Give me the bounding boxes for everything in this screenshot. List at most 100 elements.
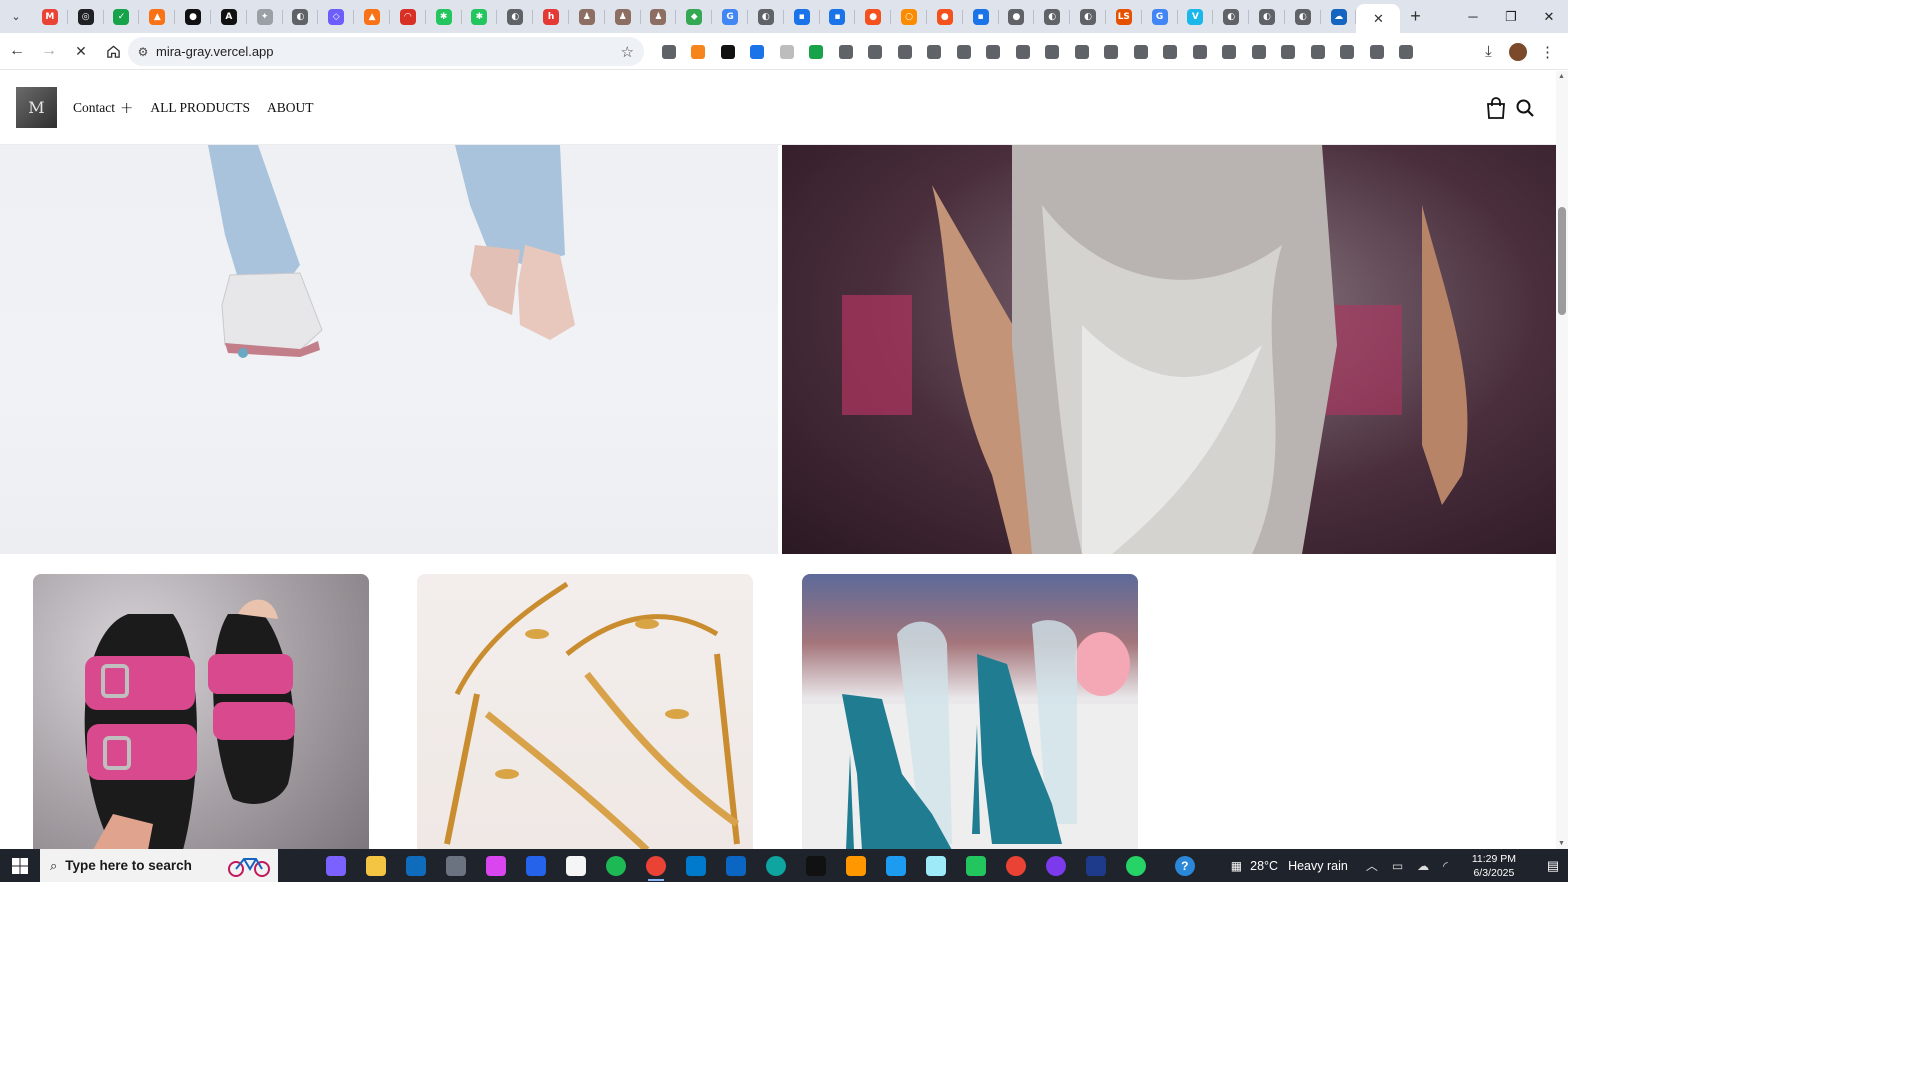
- nav-all-products[interactable]: ALL PRODUCTS: [150, 100, 250, 116]
- browser-tab[interactable]: ●: [855, 0, 891, 33]
- extension-icon[interactable]: [949, 38, 979, 65]
- electron-icon[interactable]: [916, 849, 956, 882]
- browser-tab[interactable]: ▲: [139, 0, 175, 33]
- extension-icon[interactable]: [1244, 38, 1274, 65]
- capcut-icon[interactable]: [556, 849, 596, 882]
- scroll-down-icon[interactable]: ▼: [1558, 840, 1565, 847]
- browser-tab[interactable]: ✱: [426, 0, 462, 33]
- restore-button[interactable]: ❐: [1492, 0, 1530, 33]
- browser-tab[interactable]: h: [533, 0, 569, 33]
- m365-icon[interactable]: [476, 849, 516, 882]
- extension-icon[interactable]: [1038, 38, 1068, 65]
- browser-tab[interactable]: ▲: [354, 0, 390, 33]
- active-tab[interactable]: ✕: [1356, 4, 1401, 33]
- play-icon[interactable]: [956, 849, 996, 882]
- browser-tab[interactable]: ◐: [748, 0, 784, 33]
- browser-tab[interactable]: ♟: [641, 0, 677, 33]
- browser-tab[interactable]: ▪: [963, 0, 999, 33]
- taskbar-search[interactable]: ⌕ Type here to search: [40, 849, 278, 882]
- browser-tab[interactable]: ◐: [1070, 0, 1106, 33]
- stop-loading-button[interactable]: ✕: [66, 36, 96, 66]
- bookmark-star-icon[interactable]: ☆: [621, 43, 634, 61]
- address-url[interactable]: mira-gray.vercel.app: [156, 44, 274, 59]
- store-icon[interactable]: [516, 849, 556, 882]
- extension-icon[interactable]: [920, 38, 950, 65]
- search-icon[interactable]: [1516, 99, 1534, 117]
- product-card-glitter-sandals[interactable]: [33, 574, 369, 850]
- extension-icon[interactable]: [802, 38, 832, 65]
- extension-icon[interactable]: [684, 38, 714, 65]
- browser-tab[interactable]: ◇: [318, 0, 354, 33]
- new-tab-button[interactable]: +: [1400, 6, 1430, 27]
- spotify-icon[interactable]: [596, 849, 636, 882]
- extension-icon[interactable]: [1008, 38, 1038, 65]
- browser-tab[interactable]: ♟: [605, 0, 641, 33]
- download-icon[interactable]: ⤓: [1474, 43, 1503, 60]
- tab-search-button[interactable]: ⌄: [0, 0, 32, 33]
- media-player-icon[interactable]: [1036, 849, 1076, 882]
- battery-icon[interactable]: ▭: [1392, 859, 1403, 873]
- browser-tab[interactable]: ○: [891, 0, 927, 33]
- browser-tab[interactable]: ◐: [1249, 0, 1285, 33]
- browser-tab[interactable]: A: [211, 0, 247, 33]
- extension-icon[interactable]: [1185, 38, 1215, 65]
- outlook-icon[interactable]: [396, 849, 436, 882]
- browser-tab[interactable]: ●: [175, 0, 211, 33]
- browser-tab[interactable]: M: [32, 0, 68, 33]
- extension-icon[interactable]: [1067, 38, 1097, 65]
- browser-tab[interactable]: ✱: [462, 0, 498, 33]
- back-button[interactable]: ←: [2, 36, 32, 66]
- help-icon[interactable]: ?: [1174, 855, 1195, 876]
- minimize-button[interactable]: ─: [1454, 0, 1492, 33]
- extension-icon[interactable]: [1126, 38, 1156, 65]
- product-card-gold-leaf-heels[interactable]: [417, 574, 753, 850]
- browser-tab[interactable]: ◐: [1285, 0, 1321, 33]
- home-button[interactable]: [98, 36, 128, 66]
- tiktok-icon[interactable]: [796, 849, 836, 882]
- extension-icon[interactable]: [654, 38, 684, 65]
- scroll-up-icon[interactable]: ▲: [1558, 73, 1565, 80]
- chrome-icon[interactable]: [636, 849, 676, 882]
- browser-tab[interactable]: ◐: [1034, 0, 1070, 33]
- browser-tab[interactable]: ☁: [1321, 0, 1357, 33]
- browser-tab[interactable]: ⬥: [676, 0, 712, 33]
- close-tab-icon[interactable]: ✕: [1373, 11, 1384, 27]
- extension-icon[interactable]: [1215, 38, 1245, 65]
- twitter-icon[interactable]: [876, 849, 916, 882]
- browser-menu-icon[interactable]: ⋮: [1533, 43, 1562, 61]
- vscode-icon[interactable]: [676, 849, 716, 882]
- hero-image-sneakers[interactable]: [0, 145, 778, 554]
- hero-image-feather-dress[interactable]: [782, 145, 1556, 554]
- extension-icon[interactable]: [1156, 38, 1186, 65]
- notifications-icon[interactable]: ▤: [1538, 858, 1568, 874]
- show-hidden-icons-chevron-icon[interactable]: ︿: [1366, 857, 1378, 874]
- site-info-icon[interactable]: ⚙: [130, 45, 156, 59]
- extension-icon[interactable]: [1097, 38, 1127, 65]
- extension-icon[interactable]: [890, 38, 920, 65]
- extension-icon[interactable]: [1333, 38, 1363, 65]
- extension-icon[interactable]: [772, 38, 802, 65]
- browser-tab[interactable]: G: [1142, 0, 1178, 33]
- browser-tab[interactable]: LS: [1106, 0, 1142, 33]
- browser-tab[interactable]: ◐: [283, 0, 319, 33]
- site-logo[interactable]: M: [16, 87, 57, 128]
- linkedin-icon[interactable]: [716, 849, 756, 882]
- browser-tab[interactable]: ◐: [1213, 0, 1249, 33]
- browser-tab[interactable]: ✓: [104, 0, 140, 33]
- taskbar-clock[interactable]: 11:29 PM 6/3/2025: [1472, 852, 1516, 880]
- close-window-button[interactable]: ✕: [1530, 0, 1568, 33]
- page-scrollbar[interactable]: ▲ ▼: [1556, 71, 1568, 849]
- browser-tab[interactable]: ◐: [497, 0, 533, 33]
- f-app-icon[interactable]: [1076, 849, 1116, 882]
- extension-icon[interactable]: [861, 38, 891, 65]
- file-explorer-icon[interactable]: [356, 849, 396, 882]
- camera-icon[interactable]: [436, 849, 476, 882]
- start-button[interactable]: [0, 849, 40, 882]
- onedrive-icon[interactable]: ☁: [1417, 859, 1429, 873]
- edge-icon[interactable]: [756, 849, 796, 882]
- extension-icon[interactable]: [1303, 38, 1333, 65]
- weather-widget[interactable]: ▦ 28°C Heavy rain: [1231, 859, 1348, 873]
- browser-tab[interactable]: G: [712, 0, 748, 33]
- browser-tab[interactable]: ●: [999, 0, 1035, 33]
- address-bar[interactable]: ⚙ mira-gray.vercel.app ☆: [128, 37, 644, 66]
